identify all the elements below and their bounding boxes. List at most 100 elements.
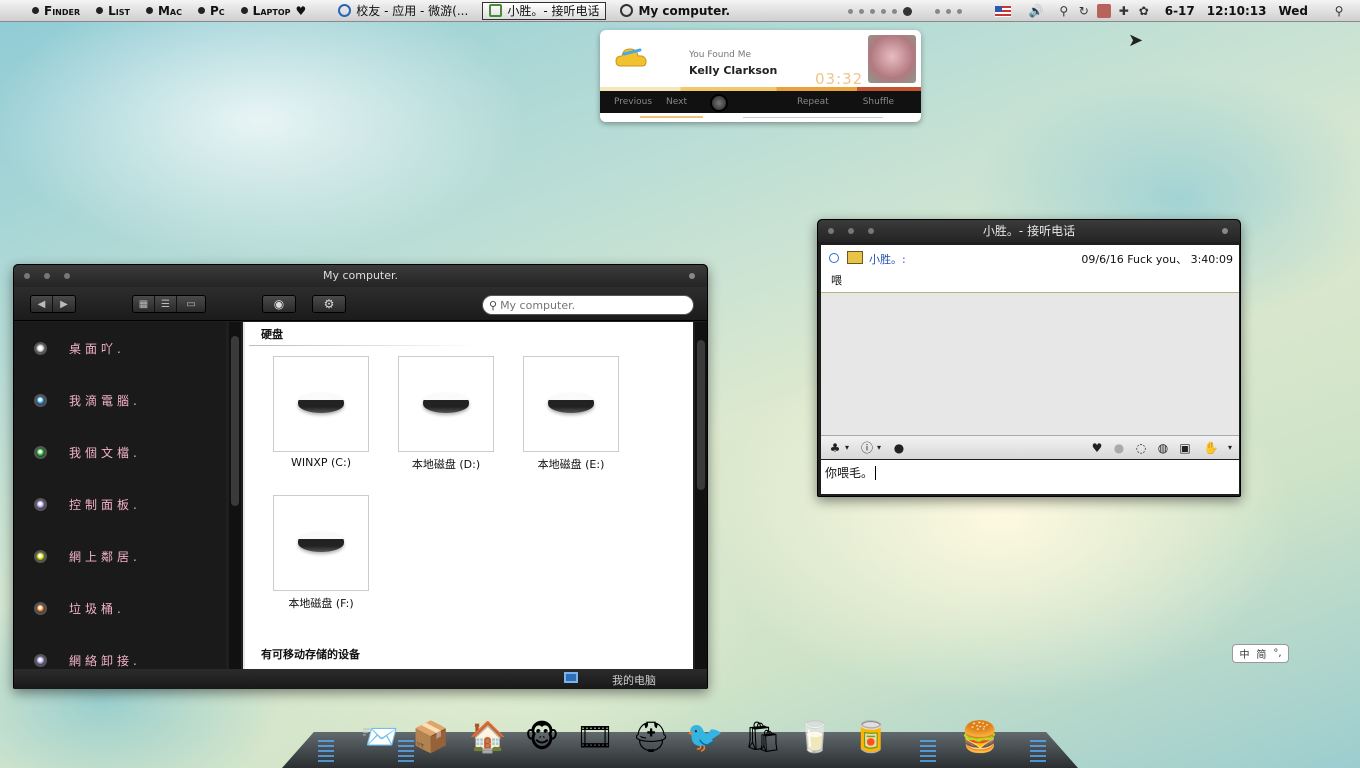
shuffle-button[interactable]: Shuffle	[863, 97, 894, 107]
chevron-down-icon[interactable]: ▾	[1225, 440, 1235, 456]
message-timestamp: 09/6/16 Fuck you、 3:40:09	[1081, 253, 1233, 266]
sidebar-item-control-panel[interactable]: 控制面板.	[14, 478, 226, 530]
menu-dot-icon	[96, 7, 104, 14]
minimize-window-button[interactable]	[848, 228, 854, 234]
chat-bubble-icon[interactable]: ◍	[1155, 440, 1171, 456]
window-titlebar[interactable]: My computer.	[14, 265, 707, 287]
sidebar-item-trash[interactable]: 垃圾桶.	[14, 582, 226, 634]
bubble-icon[interactable]: ●	[1111, 440, 1127, 456]
repeat-button[interactable]: Repeat	[797, 97, 829, 107]
window-titlebar[interactable]: 小胜。- 接听电话	[818, 220, 1240, 242]
dock-bag-icon[interactable]: 🛍	[738, 712, 788, 762]
drive-item[interactable]: 本地磁盘 (F:)	[273, 495, 369, 611]
list-view-icon[interactable]: ☰	[155, 296, 177, 312]
sidebar-item-desktop[interactable]: 桌面吖.	[14, 322, 226, 374]
toolbar-toggle-button[interactable]	[689, 273, 695, 279]
icon-view-icon[interactable]: ▦	[133, 296, 155, 312]
content-scrollbar[interactable]	[695, 322, 707, 669]
taskbar-item-my-computer[interactable]: My computer.	[614, 2, 736, 20]
minimize-window-button[interactable]	[44, 273, 50, 279]
taskbar-item-browser[interactable]: 校友 - 应用 - 微游(...	[332, 2, 474, 20]
quick-look-button[interactable]: ◉	[262, 295, 296, 313]
menu-item-list[interactable]: List	[92, 4, 130, 18]
dock-helmet-icon[interactable]: ⛑	[626, 712, 676, 762]
zoom-window-button[interactable]	[64, 273, 70, 279]
sidebar-item-documents[interactable]: 我個文檔.	[14, 426, 226, 478]
sidebar-scrollbar[interactable]	[229, 322, 241, 669]
search-field[interactable]: ⚲	[482, 295, 694, 315]
alien-icon[interactable]: ●	[891, 440, 907, 456]
chevron-down-icon[interactable]: ▾	[875, 440, 883, 456]
chat-input-text: 你喂毛。	[825, 466, 874, 480]
ime-mode-label[interactable]: 中	[1239, 646, 1249, 661]
toolbar-toggle-button[interactable]	[1222, 228, 1228, 234]
antivirus-icon[interactable]: ✚	[1117, 4, 1131, 18]
drive-item[interactable]: 本地磁盘 (D:)	[398, 356, 494, 472]
dock-cola-icon[interactable]: 🥫	[846, 712, 896, 762]
us-flag-icon[interactable]	[994, 5, 1011, 17]
app-tray-icon[interactable]	[1096, 4, 1111, 18]
ime-charset-label[interactable]: 简	[1256, 646, 1266, 661]
forward-arrow-icon[interactable]: ▶	[53, 296, 75, 312]
drive-label: 本地磁盘 (D:)	[411, 458, 481, 471]
contacts-icon[interactable]: ♣	[827, 440, 843, 456]
dock-burger-icon[interactable]: 🍔	[955, 712, 1005, 762]
volume-slider[interactable]	[606, 114, 915, 120]
menu-item-mac[interactable]: Mac	[142, 4, 182, 18]
drive-item[interactable]: 本地磁盘 (E:)	[523, 356, 619, 472]
save-icon[interactable]: ▣	[1177, 440, 1193, 456]
dock-milk-icon[interactable]: 🥛	[790, 712, 840, 762]
spaces-indicator[interactable]	[845, 6, 965, 16]
finder-sidebar: 桌面吖. 我滴電腦. 我個文檔. 控制面板. 網上鄰居. 垃圾桶. 網絡卸接.	[14, 322, 226, 669]
drive-item[interactable]: WINXP (C:)	[273, 356, 369, 469]
task-label: 小胜。- 接听电话	[507, 4, 600, 18]
ime-punct-label[interactable]: °,	[1273, 648, 1281, 659]
sidebar-item-network-drives[interactable]: 網絡卸接.	[14, 634, 226, 669]
dock-home-icon[interactable]: 🏠	[463, 712, 513, 762]
finder-content: 硬盘 WINXP (C:) 本地磁盘 (D:) 本地磁盘 (E:) 本地磁盘 (…	[243, 322, 693, 669]
sidebar-item-label: 垃圾桶.	[69, 601, 125, 616]
tray-settings-icon[interactable]: ✿	[1137, 4, 1151, 18]
dock-monkey-icon[interactable]: 🐵	[517, 712, 567, 762]
heart-icon[interactable]: ♥	[1089, 440, 1105, 456]
search-input[interactable]	[500, 298, 681, 312]
previous-button[interactable]: Previous	[614, 97, 652, 107]
dock-box-icon[interactable]: 📦	[406, 712, 456, 762]
dock-finder-icon[interactable]: 📨	[355, 712, 405, 762]
network-icon[interactable]: ⚲	[1057, 4, 1071, 18]
speaker-icon[interactable]: 🔊	[1029, 4, 1044, 18]
chevron-down-icon[interactable]: ▾	[843, 440, 851, 456]
sidebar-item-network[interactable]: 網上鄰居.	[14, 530, 226, 582]
clock-day[interactable]: Wed	[1278, 4, 1308, 18]
zoom-window-button[interactable]	[868, 228, 874, 234]
info-icon[interactable]: ⓘ	[859, 440, 875, 456]
taskbar-item-chat[interactable]: 小胜。- 接听电话	[482, 1, 607, 20]
ime-status[interactable]: 中 简 °,	[1232, 644, 1289, 663]
chat-input[interactable]: 你喂毛。	[821, 460, 1239, 494]
clock-date[interactable]: 6-17	[1165, 4, 1195, 18]
clock-time[interactable]: 12:10:13	[1207, 4, 1267, 18]
hard-disk-icon	[298, 532, 344, 552]
menu-item-pc[interactable]: Pc	[194, 4, 225, 18]
play-pause-button[interactable]	[710, 94, 728, 112]
music-player-widget: You Found Me Kelly Clarkson 03:32 Previo…	[600, 30, 921, 122]
back-arrow-icon[interactable]: ◀	[31, 296, 53, 312]
next-button[interactable]: Next	[666, 97, 687, 107]
menu-item-label: Finder	[44, 3, 81, 18]
sidebar-item-label: 我滴電腦.	[69, 393, 141, 408]
update-icon[interactable]: ↻	[1077, 4, 1091, 18]
close-window-button[interactable]	[828, 228, 834, 234]
shake-hand-icon[interactable]: ✋	[1203, 440, 1219, 456]
comment-icon[interactable]: ◌	[1133, 440, 1149, 456]
action-button[interactable]: ⚙	[312, 295, 346, 313]
close-window-button[interactable]	[24, 273, 30, 279]
finder-window: My computer. ◀ ▶ ▦ ☰ ▭ ◉ ⚙ ⚲ 桌面吖. 我滴電腦. …	[13, 264, 708, 689]
dock-film-icon[interactable]: 🎞	[570, 712, 620, 762]
dock-bird-icon[interactable]: 🐦	[680, 712, 730, 762]
menu-item-laptop[interactable]: Laptop ♥	[237, 4, 306, 18]
sidebar-item-my-computer[interactable]: 我滴電腦.	[14, 374, 226, 426]
sidebar-item-label: 網上鄰居.	[69, 549, 141, 564]
menu-item-finder[interactable]: Finder	[28, 4, 80, 18]
spotlight-search-icon[interactable]: ⚲	[1332, 4, 1346, 18]
column-view-icon[interactable]: ▭	[177, 296, 205, 312]
